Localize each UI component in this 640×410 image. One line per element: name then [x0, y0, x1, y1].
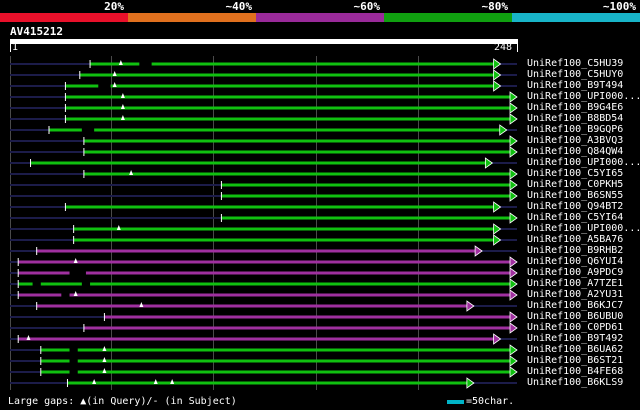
hit-label[interactable]: UniRef100_A5BA76 — [527, 234, 623, 245]
hit-label[interactable]: UniRef100_A9PDC9 — [527, 267, 623, 278]
hit-label[interactable]: UniRef100_Q94BT2 — [527, 201, 623, 212]
hit-arrow-icon — [493, 69, 502, 81]
hit-label[interactable]: UniRef100_B9T492 — [527, 333, 623, 344]
hit-label[interactable]: UniRef100_C5HU39 — [527, 58, 623, 69]
hit-label[interactable]: UniRef100_C5YI64 — [527, 212, 623, 223]
hit-arrow-icon — [509, 344, 518, 356]
hit-label[interactable]: UniRef100_B6ST21 — [527, 355, 623, 366]
hit-arrow-icon — [509, 146, 518, 158]
hit-label[interactable]: UniRef100_B9T494 — [527, 80, 623, 91]
hit-arrow-icon — [493, 234, 502, 246]
hit-label[interactable]: UniRef100_A7TZE1 — [527, 278, 623, 289]
hit-label[interactable]: UniRef100_B6SN55 — [527, 190, 623, 201]
gap-legend: Large gaps: ▲(in Query)/- (in Subject) — [8, 396, 237, 407]
hit-arrow-icon — [509, 135, 518, 147]
hit-label[interactable]: UniRef100_B4FE68 — [527, 366, 623, 377]
hit-label[interactable]: UniRef100_C5HUY0 — [527, 69, 623, 80]
hit-arrow-icon — [493, 201, 502, 213]
hit-arrow-icon — [509, 190, 518, 202]
hit-label[interactable]: UniRef100_UPI000... — [527, 91, 640, 102]
hit-arrow-icon — [499, 124, 508, 136]
hit-arrow-icon — [509, 256, 518, 268]
hit-label[interactable]: UniRef100_C5YI65 — [527, 168, 623, 179]
hit-label[interactable]: UniRef100_C0PD61 — [527, 322, 623, 333]
hit-arrow-icon — [509, 113, 518, 125]
scale-legend-bar — [447, 400, 464, 404]
hit-label[interactable]: UniRef100_Q84QW4 — [527, 146, 623, 157]
hit-arrow-icon — [493, 80, 502, 92]
hit-arrow-icon — [509, 289, 518, 301]
hit-arrow-icon — [509, 311, 518, 323]
hit-arrow-icon — [509, 267, 518, 279]
hit-label[interactable]: UniRef100_B6UA62 — [527, 344, 623, 355]
hit-label[interactable]: UniRef100_B6KJC7 — [527, 300, 623, 311]
hit-arrow-icon — [509, 322, 518, 334]
scale-legend-label: =50char. — [466, 396, 515, 407]
hit-arrow-icon — [493, 333, 502, 345]
hit-label[interactable]: UniRef100_A3BVQ3 — [527, 135, 623, 146]
hit-label[interactable]: UniRef100_Q6YUI4 — [527, 256, 623, 267]
hit-label[interactable]: UniRef100_B9RHB2 — [527, 245, 623, 256]
hit-label[interactable]: UniRef100_B9G4E6 — [527, 102, 623, 113]
hit-label[interactable]: UniRef100_B6KLS9 — [527, 377, 623, 388]
hit-arrow-icon — [509, 179, 518, 191]
hit-label[interactable]: UniRef100_B6UBU0 — [527, 311, 623, 322]
hit-label[interactable]: UniRef100_UPI000... — [527, 223, 640, 234]
hit-arrow-icon — [484, 157, 494, 169]
hit-arrow-icon — [474, 245, 483, 257]
hit-arrow-icon — [466, 300, 475, 312]
hit-arrow-icon — [509, 212, 518, 224]
hit-arrow-icon — [466, 377, 475, 389]
hit-label[interactable]: UniRef100_B9GQP6 — [527, 124, 623, 135]
hit-arrow-icon — [509, 168, 518, 180]
hit-arrow-icon — [493, 58, 502, 70]
hit-arrow-icon — [509, 102, 518, 114]
hit-arrow-icon — [493, 223, 502, 235]
hit-arrow-icon — [509, 366, 518, 378]
hit-arrow-icon — [509, 91, 518, 103]
hit-arrow-icon — [509, 278, 518, 290]
hit-label[interactable]: UniRef100_UPI000... — [527, 157, 640, 168]
hit-label[interactable]: UniRef100_B8BD54 — [527, 113, 623, 124]
hit-arrow-icon — [509, 355, 518, 367]
hit-label[interactable]: UniRef100_A2YU31 — [527, 289, 623, 300]
hit-label[interactable]: UniRef100_C0PKH5 — [527, 179, 623, 190]
